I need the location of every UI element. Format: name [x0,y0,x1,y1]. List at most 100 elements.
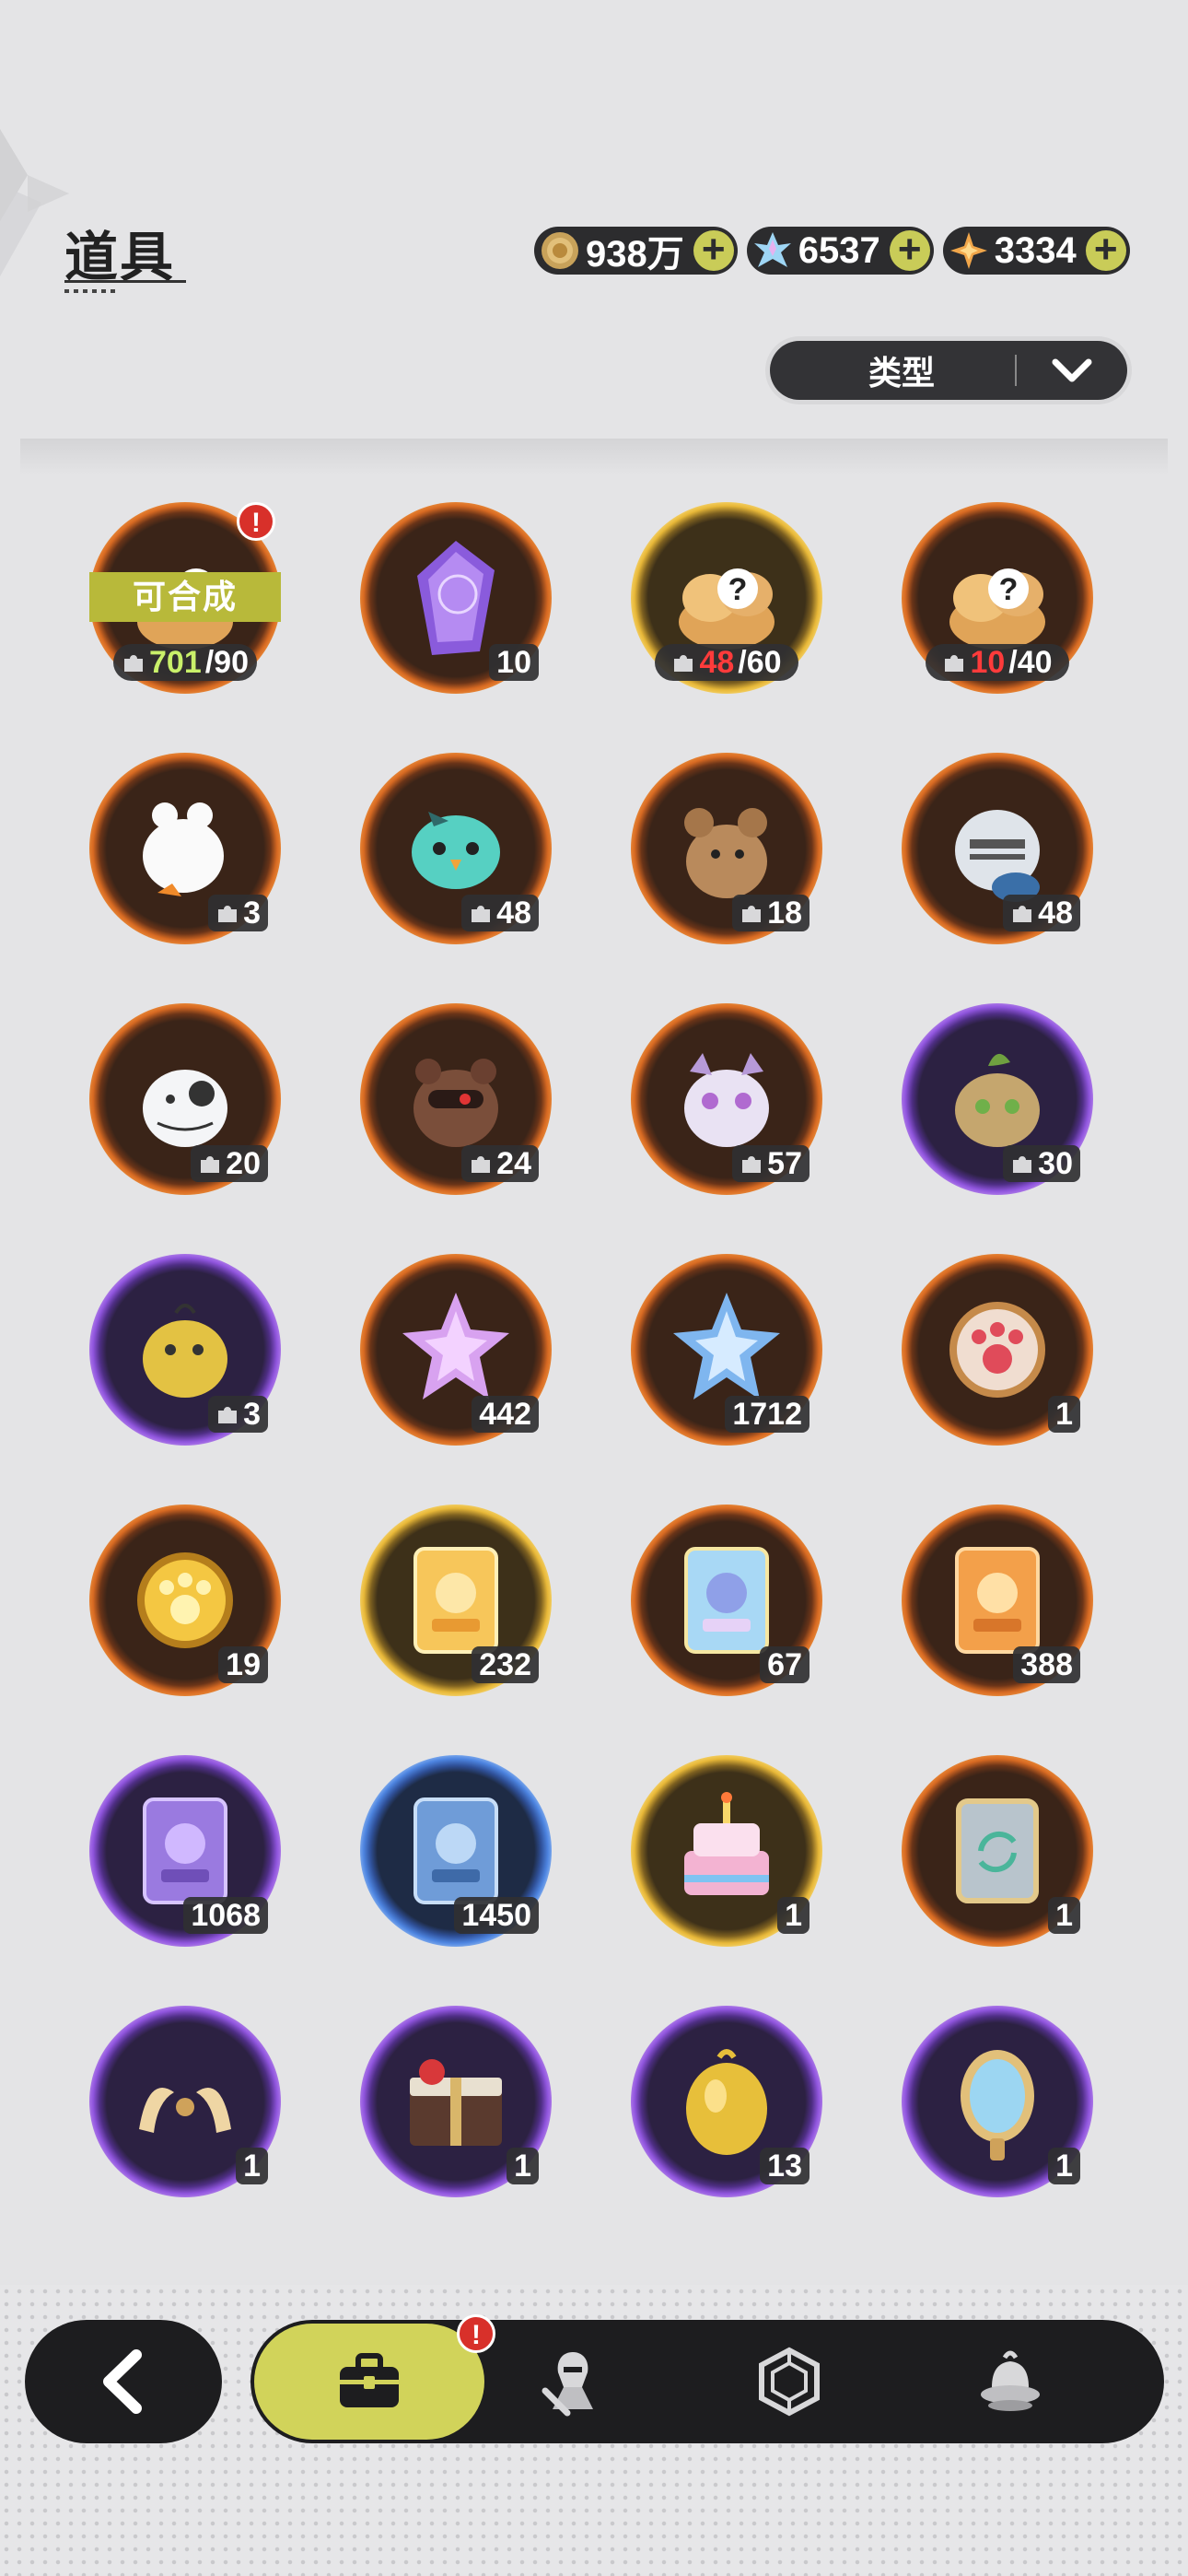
gold-coin-icon [538,228,582,273]
item-count: 48 [461,895,539,931]
back-button[interactable] [25,2320,222,2443]
add-gold-button[interactable]: + [693,229,734,271]
knight-helmet-icon [955,810,1040,902]
brown-bear-icon [684,808,767,898]
item-white-chick-fragment[interactable]: 3 [89,753,281,944]
currency-star-value: 3334 [994,229,1077,271]
item-white-cat-fragment[interactable]: 20 [89,1003,281,1195]
holo-card-icon [684,1547,769,1654]
fragment-required: /40 [1008,644,1053,680]
item-golden-egg[interactable]: 13 [631,2006,822,2197]
item-lilac-cat-fragment[interactable]: 57 [631,1003,822,1195]
item-gift-box[interactable]: 1 [360,2006,552,2197]
knight-icon [542,2352,593,2417]
mirror-icon [961,2050,1034,2160]
item-count-value: 18 [767,895,802,931]
item-blue-star-crystal[interactable]: 1712 [631,1254,822,1446]
fragment-owned: 701 [149,644,202,680]
add-crystal-button[interactable]: + [889,229,930,271]
svg-text:?: ? [999,572,1019,607]
item-red-paw-compass[interactable]: 1 [902,1254,1093,1446]
item-count-value: 10 [496,644,531,680]
puzzle-piece-icon [124,655,143,672]
teal-bird-icon [412,812,500,889]
dark-bear-icon [413,1059,498,1147]
item-count-value: 1 [1055,1897,1073,1933]
item-orange-character-card[interactable]: 388 [902,1505,1093,1696]
item-teal-bird-fragment[interactable]: 48 [360,753,552,944]
fragment-progress: 701/90 [113,644,257,681]
puzzle-piece-icon [742,906,762,922]
item-count-value: 1068 [191,1897,261,1933]
item-count: 388 [1013,1646,1080,1683]
item-count: 442 [472,1396,539,1433]
item-count-value: 19 [226,1646,261,1682]
puzzle-piece-icon [945,655,964,672]
item-count-value: 13 [767,2148,802,2184]
item-yellow-chick-fragment[interactable]: 3 [89,1254,281,1446]
gold-card-icon [413,1547,498,1654]
item-golden-horns[interactable]: 1 [89,2006,281,2197]
item-purple-character-card[interactable]: 1068 [89,1755,281,1947]
puzzle-piece-icon [218,1407,238,1423]
tab-food[interactable] [946,2320,1075,2443]
item-count-value: 3 [243,895,261,931]
item-count: 24 [461,1145,539,1182]
item-anniversary-cake[interactable]: 1 [631,1755,822,1947]
item-count: 3 [208,1396,268,1433]
craftable-label: 可合成 [89,572,281,622]
paw-compass-icon [949,1302,1045,1398]
item-gold-paw-compass[interactable]: 19 [89,1505,281,1696]
item-holo-character-card[interactable]: 67 [631,1505,822,1696]
star-shard-icon [947,228,991,273]
item-purple-crystal-card[interactable]: 10 [360,502,552,694]
puzzle-piece-icon [1013,1156,1032,1173]
gold-paw-compass-icon [137,1552,233,1648]
tab-items-alert: ! [457,2314,495,2353]
item-dark-bear-fragment[interactable]: 24 [360,1003,552,1195]
item-count-value: 24 [496,1145,531,1181]
currency-gold-value: 938万 [586,234,684,275]
item-brown-bear-fragment[interactable]: 18 [631,753,822,944]
item-count: 10 [489,644,539,681]
white-chick-icon [143,802,224,896]
item-magic-mirror[interactable]: 1 [902,2006,1093,2197]
puzzle-piece-icon [742,1156,762,1173]
lilac-cat-icon [684,1053,769,1147]
item-refresh-card[interactable]: 1 [902,1755,1093,1947]
item-count: 232 [472,1646,539,1683]
gift-box-icon [410,2059,502,2146]
currency-gold: 938万 + [534,227,738,275]
item-count-value: 67 [767,1646,802,1682]
item-mystery-fragment-orange-craftable[interactable]: ?701/90可合成! [89,502,281,694]
item-count-value: 1 [1055,2148,1073,2184]
item-knight-helmet-fragment[interactable]: 48 [902,753,1093,944]
item-mystery-fragment-orange[interactable]: ? 10/40 [902,502,1093,694]
horns-icon [139,2088,231,2133]
item-mystery-fragment-gold[interactable]: ? 48/60 [631,502,822,694]
back-arrow-icon [103,2349,142,2414]
tab-items[interactable] [254,2324,484,2440]
item-count-value: 1 [243,2148,261,2184]
tab-equipment[interactable] [508,2320,637,2443]
puzzle-piece-icon [218,906,238,922]
type-filter-dropdown[interactable]: 类型 [770,341,1127,400]
item-leaf-cat-fragment[interactable]: 30 [902,1003,1093,1195]
pudding-icon [981,2350,1040,2411]
item-count-value: 1712 [732,1396,802,1432]
item-count-value: 48 [1038,895,1073,931]
tab-gems[interactable] [725,2320,854,2443]
yellow-chick-icon [143,1304,227,1398]
orange-card-icon [955,1547,1040,1654]
item-count: 13 [760,2148,809,2184]
item-count: 57 [732,1145,809,1182]
item-pink-star-crystal[interactable]: 442 [360,1254,552,1446]
fragment-pile-icon: ? [949,568,1045,650]
item-blue-character-card[interactable]: 1450 [360,1755,552,1947]
white-cat-icon [143,1070,227,1147]
add-star-button[interactable]: + [1085,229,1126,271]
item-count-value: 20 [226,1145,261,1181]
cake-icon [684,1792,769,1895]
title-dots [64,289,116,293]
item-gold-character-card[interactable]: 232 [360,1505,552,1696]
